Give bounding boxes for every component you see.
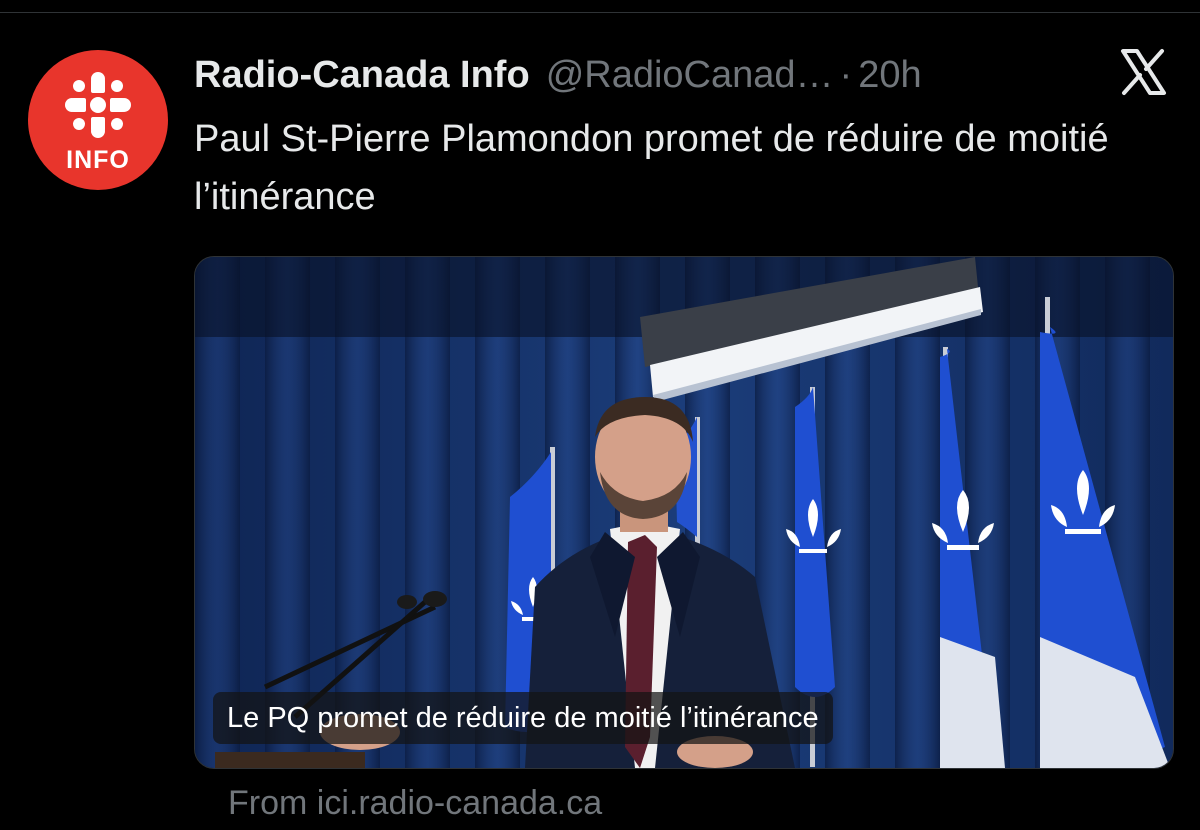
avatar-label: INFO — [66, 146, 130, 174]
top-divider — [0, 12, 1200, 13]
display-name[interactable]: Radio-Canada Info — [194, 54, 530, 97]
tweet-header: Radio-Canada Info @RadioCanad… · 20h — [194, 50, 1094, 100]
x-logo-icon — [1121, 49, 1166, 95]
link-card[interactable]: Le PQ promet de réduire de moitié l’itin… — [194, 256, 1174, 769]
radio-canada-logo-icon — [65, 72, 131, 138]
handle[interactable]: @RadioCanad… — [546, 54, 834, 97]
tweet-text: Paul St-Pierre Plamondon promet de rédui… — [194, 118, 1109, 218]
timestamp[interactable]: 20h — [858, 54, 921, 97]
card-caption: Le PQ promet de réduire de moitié l’itin… — [213, 692, 833, 744]
separator: · — [839, 53, 853, 96]
avatar[interactable]: INFO — [28, 50, 168, 190]
source-link[interactable]: From ici.radio-canada.ca — [228, 784, 602, 823]
